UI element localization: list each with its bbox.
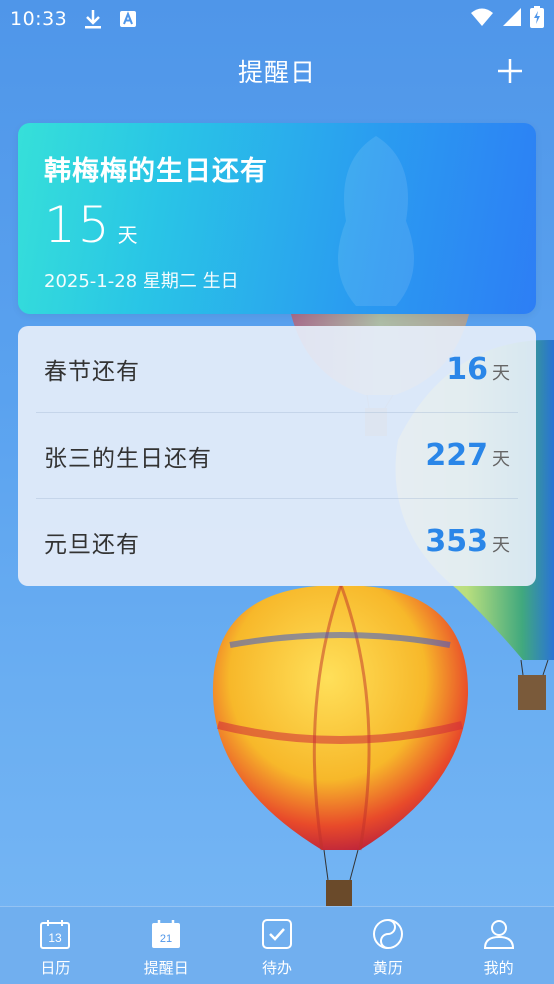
plus-icon <box>498 59 522 83</box>
reminder-list: 春节还有 16 天 张三的生日还有 227 天 元旦还有 353 天 <box>18 326 536 586</box>
svg-text:21: 21 <box>160 933 172 945</box>
page-title: 提醒日 <box>237 58 316 87</box>
user-icon <box>482 917 516 951</box>
nav-label: 提醒日 <box>143 959 189 977</box>
battery-charging-icon <box>530 6 544 32</box>
a-badge-icon <box>119 10 137 28</box>
checkbox-icon <box>260 917 294 951</box>
card-watermark-image <box>338 136 414 306</box>
yinyang-icon <box>371 917 405 951</box>
svg-text:13: 13 <box>49 931 63 945</box>
reminder-days-count: 353 <box>425 524 488 559</box>
bottom-nav: 13 日历 21 提醒日 待办 黄历 我的 <box>0 906 554 984</box>
reminder-days-unit: 天 <box>492 535 510 556</box>
calendar-icon: 13 <box>38 917 72 951</box>
nav-item-reminder[interactable]: 21 提醒日 <box>111 907 222 984</box>
nav-item-todo[interactable]: 待办 <box>222 907 333 984</box>
signal-icon <box>502 7 522 31</box>
featured-countdown: 15 天 <box>44 195 138 255</box>
reminder-days-count: 227 <box>425 438 488 473</box>
nav-label: 日历 <box>40 959 71 977</box>
featured-reminder-title: 韩梅梅的生日还有 <box>44 156 268 187</box>
reminder-days-count: 16 <box>446 351 488 387</box>
reminder-days-unit: 天 <box>492 449 510 470</box>
featured-reminder-card[interactable]: 韩梅梅的生日还有 15 天 2025-1-28 星期二 生日 <box>18 123 536 314</box>
nav-label: 黄历 <box>372 959 403 977</box>
nav-item-calendar[interactable]: 13 日历 <box>0 907 111 984</box>
list-item[interactable]: 张三的生日还有 227 天 <box>36 412 518 498</box>
wifi-icon <box>470 7 494 31</box>
nav-label: 待办 <box>261 959 292 977</box>
reminder-days-unit: 天 <box>492 362 510 384</box>
header: 提醒日 <box>0 44 554 98</box>
featured-days-count: 15 <box>44 196 112 254</box>
nav-item-profile[interactable]: 我的 <box>443 907 554 984</box>
status-bar: 10:33 <box>0 0 554 38</box>
reminder-label: 春节还有 <box>44 359 140 385</box>
reminder-label: 元旦还有 <box>44 531 140 558</box>
featured-days-unit: 天 <box>117 223 138 247</box>
list-item[interactable]: 春节还有 16 天 <box>18 326 536 412</box>
nav-item-almanac[interactable]: 黄历 <box>332 907 443 984</box>
featured-date-line: 2025-1-28 星期二 生日 <box>44 271 239 292</box>
status-time: 10:33 <box>10 8 68 30</box>
download-icon <box>83 8 103 30</box>
list-item[interactable]: 元旦还有 353 天 <box>36 498 518 584</box>
nav-label: 我的 <box>483 959 514 977</box>
background-balloon-center <box>210 585 472 910</box>
reminder-label: 张三的生日还有 <box>44 445 212 472</box>
reminder-calendar-icon: 21 <box>149 917 183 951</box>
add-reminder-button[interactable] <box>496 57 524 85</box>
